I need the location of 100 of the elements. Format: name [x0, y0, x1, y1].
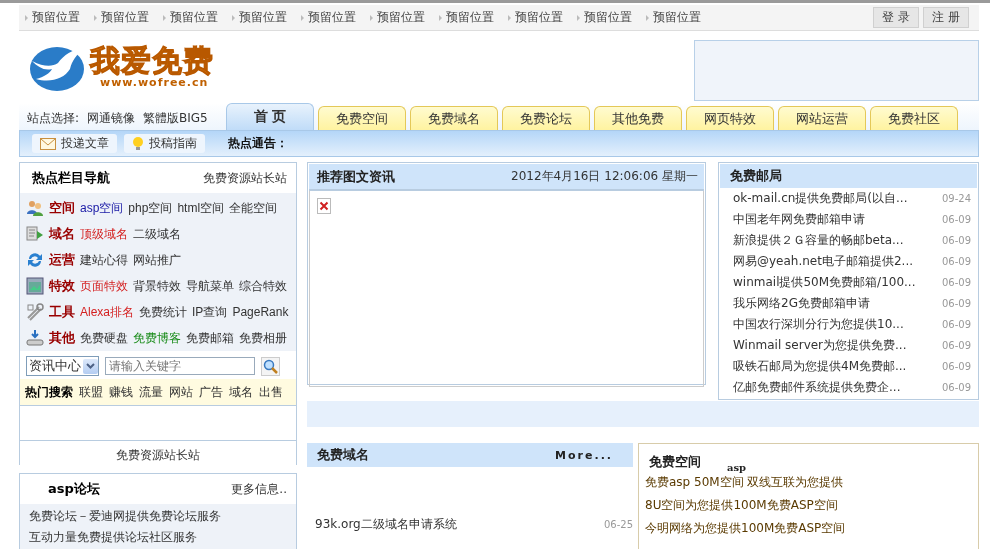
- news-link[interactable]: 我乐网络2G免费邮箱申请: [733, 295, 870, 312]
- hot-search-link[interactable]: 域名: [229, 383, 253, 401]
- footer-link[interactable]: 免费资源站长站: [116, 446, 200, 464]
- panel-link[interactable]: 免费资源站长站: [203, 169, 287, 187]
- subcategory-link[interactable]: 免费统计: [139, 303, 188, 321]
- news-link[interactable]: 新浪提供２Ｇ容量的畅邮beta...: [733, 232, 904, 249]
- nav-link[interactable]: 预留位置: [308, 9, 356, 26]
- site-option-link[interactable]: 繁體版BIG5: [143, 109, 208, 127]
- subcategory-link[interactable]: PageRank: [232, 305, 289, 319]
- news-link[interactable]: 中国农行深圳分行为您提供10...: [733, 316, 904, 333]
- subcategory-link[interactable]: 免费邮箱: [186, 329, 234, 347]
- hot-search-link[interactable]: 网站: [169, 383, 193, 401]
- subcategory-link[interactable]: 全能空间: [229, 199, 278, 217]
- news-link[interactable]: Winmail server为您提供免费...: [733, 337, 907, 354]
- people-icon: [26, 199, 44, 217]
- search-field[interactable]: 请输入关键字: [105, 357, 255, 375]
- category-link[interactable]: 工具: [49, 303, 75, 321]
- news-link[interactable]: 93k.org二级域名申请系统: [315, 516, 457, 533]
- hot-search-link[interactable]: 出售: [259, 383, 283, 401]
- toolbar-button[interactable]: 投递文章: [32, 134, 117, 153]
- hot-search-label: 热门搜索: [25, 383, 73, 401]
- panel-title: 热点栏目导航: [32, 169, 110, 187]
- account-button[interactable]: 登 录: [873, 7, 920, 28]
- news-link[interactable]: 网易@yeah.net电子邮箱提供2...: [733, 253, 914, 270]
- category-link[interactable]: 空间: [49, 199, 75, 217]
- nav-link[interactable]: 预留位置: [32, 9, 80, 26]
- subcategory-link[interactable]: IP查询: [192, 303, 228, 321]
- subcategory-link[interactable]: php空间: [128, 199, 173, 217]
- news-link[interactable]: 亿邮免费邮件系统提供免费企...: [733, 379, 901, 396]
- category-dropdown[interactable]: 资讯中心: [26, 356, 99, 376]
- news-date: 06-09: [941, 214, 971, 225]
- news-date: 06-09: [941, 340, 971, 351]
- nav-link[interactable]: 预留位置: [170, 9, 218, 26]
- panel-title: asp论坛: [48, 480, 100, 498]
- account-button[interactable]: 注 册: [923, 7, 969, 28]
- nav-tab[interactable]: 免费论坛: [502, 106, 590, 130]
- hot-search-link[interactable]: 广告: [199, 383, 223, 401]
- nav-tab[interactable]: 其他免费: [594, 106, 682, 130]
- category-link[interactable]: 运营: [49, 251, 75, 269]
- search-icon[interactable]: [261, 356, 280, 376]
- nav-link[interactable]: 预留位置: [653, 9, 701, 26]
- bullet-icon: [439, 14, 442, 21]
- subcategory-link[interactable]: 建站心得: [80, 251, 128, 269]
- document-arrow-icon: [26, 225, 44, 243]
- envelope-icon: [40, 137, 56, 150]
- window-icon: [26, 277, 44, 295]
- hot-search-link[interactable]: 流量: [139, 383, 163, 401]
- category-link[interactable]: 其他: [49, 329, 75, 347]
- news-link[interactable]: 吸铁石邮局为您提供4M免费邮...: [733, 358, 907, 375]
- nav-tab[interactable]: 网站运营: [778, 106, 866, 130]
- news-date: 06-25: [603, 519, 633, 530]
- nav-tab[interactable]: 首 页: [226, 103, 314, 130]
- subcategory-link[interactable]: 免费相册: [239, 329, 287, 347]
- more-link[interactable]: 更多信息..: [231, 480, 287, 498]
- nav-tab[interactable]: 免费社区: [870, 106, 958, 130]
- nav-link[interactable]: 预留位置: [515, 9, 563, 26]
- nav-tab[interactable]: 免费域名: [410, 106, 498, 130]
- nav-link[interactable]: 预留位置: [584, 9, 632, 26]
- forum-link[interactable]: 免费论坛－爱迪网提供免费论坛服务: [29, 508, 221, 525]
- subcategory-link[interactable]: 免费硬盘: [80, 329, 128, 347]
- refresh-icon: [26, 251, 44, 269]
- news-date: 06-09: [941, 235, 971, 246]
- tools-icon: [26, 303, 44, 321]
- category-link[interactable]: 特效: [49, 277, 75, 295]
- news-link[interactable]: ok-mail.cn提供免费邮局(以自...: [733, 190, 908, 207]
- news-link[interactable]: 中国老年网免费邮箱申请: [733, 211, 865, 228]
- subcategory-link[interactable]: html空间: [177, 199, 225, 217]
- subcategory-link[interactable]: Alexa排名: [80, 303, 135, 321]
- nav-link[interactable]: 预留位置: [446, 9, 494, 26]
- subcategory-link[interactable]: 综合特效: [239, 277, 287, 295]
- site-select-label: 站点选择:: [27, 109, 80, 127]
- subcategory-link[interactable]: 二级域名: [133, 225, 181, 243]
- nav-link[interactable]: 预留位置: [377, 9, 425, 26]
- broken-image-icon: [317, 198, 331, 214]
- forum-link[interactable]: 互动力量免费提供论坛社区服务: [29, 529, 197, 546]
- nav-tab[interactable]: 免费空间: [318, 106, 406, 130]
- subcategory-link[interactable]: asp空间: [80, 199, 124, 217]
- bullet-icon: [646, 14, 649, 21]
- notice-label: 热点通告：: [228, 135, 288, 152]
- subcategory-link[interactable]: 导航菜单: [186, 277, 234, 295]
- subcategory-link[interactable]: 页面特效: [80, 277, 128, 295]
- nav-link[interactable]: 预留位置: [239, 9, 287, 26]
- news-link[interactable]: 今明网络为您提供100M免费ASP空间: [645, 520, 846, 537]
- nav-link[interactable]: 预留位置: [101, 9, 149, 26]
- site-option-link[interactable]: 网通镜像: [87, 109, 136, 127]
- hot-search-link[interactable]: 赚钱: [109, 383, 133, 401]
- news-link[interactable]: 8U空间为您提供100M免费ASP空间: [645, 497, 838, 514]
- bullet-icon: [370, 14, 373, 21]
- logo-url: www.wofree.cn: [100, 75, 209, 89]
- more-link[interactable]: More...: [555, 448, 613, 462]
- news-link[interactable]: 免费asp 50M空间 双线互联为您提供: [645, 474, 844, 491]
- subcategory-link[interactable]: 顶级域名: [80, 225, 128, 243]
- toolbar-button[interactable]: 投稿指南: [124, 134, 205, 153]
- news-link[interactable]: winmail提供50M免费邮箱/100...: [733, 274, 916, 291]
- subcategory-link[interactable]: 免费博客: [133, 329, 181, 347]
- hot-search-link[interactable]: 联盟: [79, 383, 103, 401]
- subcategory-link[interactable]: 背景特效: [133, 277, 181, 295]
- category-link[interactable]: 域名: [49, 225, 75, 243]
- nav-tab[interactable]: 网页特效: [686, 106, 774, 130]
- subcategory-link[interactable]: 网站推广: [133, 251, 181, 269]
